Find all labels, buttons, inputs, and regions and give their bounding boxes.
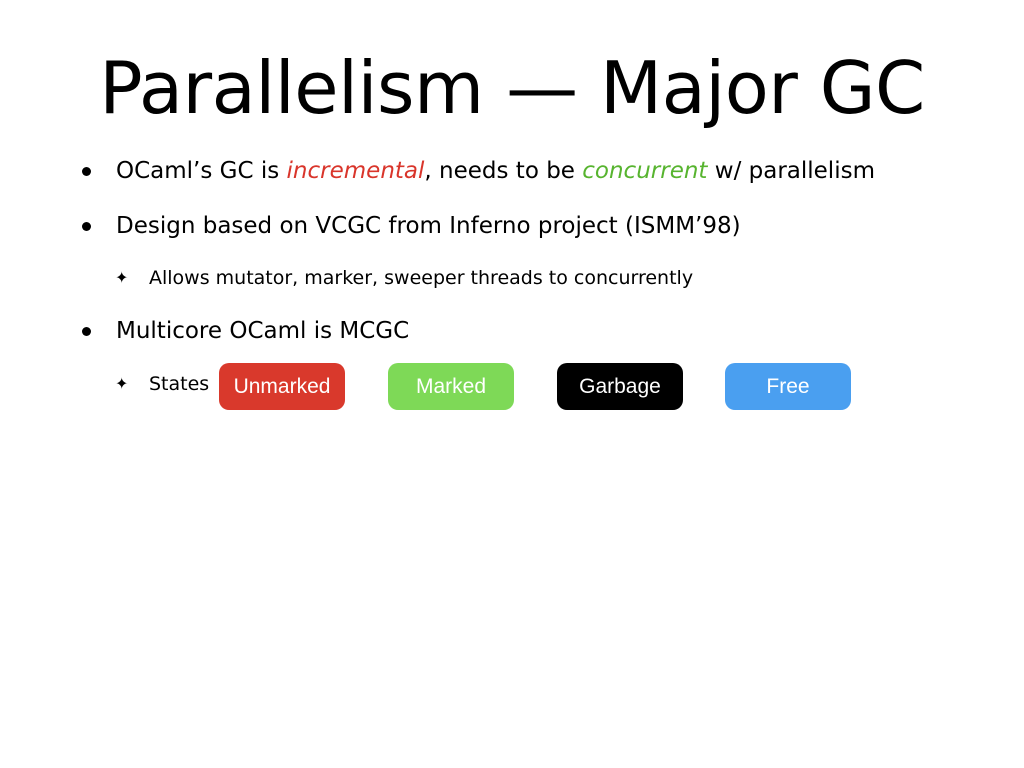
bullet-text: OCaml’s GC is incremental, needs to be c… [116,156,875,186]
sub-bullet-text: States [149,373,210,395]
sparkle-bullet-icon: ✦ [115,268,129,287]
state-free: Free [725,363,851,410]
bullet-dot-icon [82,327,91,336]
emphasis-incremental: incremental [286,158,425,184]
bullet-text-part: OCaml’s GC is [116,158,287,184]
bullet-dot-icon [82,167,91,176]
emphasis-concurrent: concurrent [582,158,708,184]
bullet-dot-icon [82,222,91,231]
slide-title: Parallelism — Major GC [99,46,925,130]
bullet-text: Multicore OCaml is MCGC [116,318,410,344]
state-garbage: Garbage [557,363,683,410]
slide: Parallelism — Major GC OCaml’s GC is inc… [0,0,1024,768]
bullet-text-part: w/ parallelism [707,158,875,184]
state-marked: Marked [388,363,514,410]
sub-bullet-text: Allows mutator, marker, sweeper threads … [149,267,694,289]
state-unmarked: Unmarked [219,363,345,410]
sparkle-bullet-icon: ✦ [115,374,129,393]
bullet-text: Design based on VCGC from Inferno projec… [116,213,741,239]
bullet-text-part: , needs to be [424,158,583,184]
